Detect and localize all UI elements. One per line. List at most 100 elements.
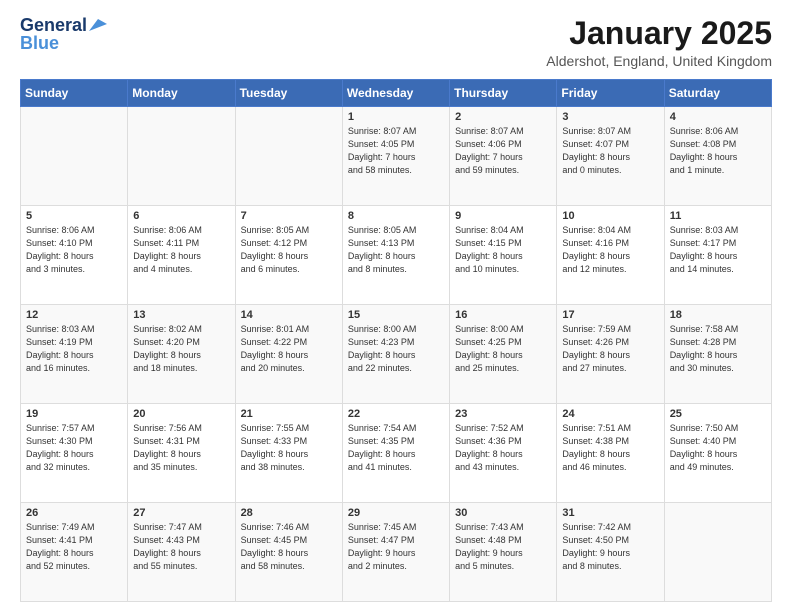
calendar-cell: 10Sunrise: 8:04 AM Sunset: 4:16 PM Dayli… [557,206,664,305]
calendar-cell: 3 Sunrise: 8:07 AM Sunset: 4:07 PM Daylig… [557,107,664,206]
day-number: 20 [133,408,229,420]
day-info: Sunrise: 7:55 AM Sunset: 4:33 PM Dayligh… [241,422,337,474]
day-number: 23 [455,408,551,420]
day-info: Sunrise: 8:04 AM Sunset: 4:15 PM Dayligh… [455,224,551,276]
location: Aldershot, England, United Kingdom [546,53,772,69]
month-title: January 2025 [546,16,772,51]
calendar-cell: 24Sunrise: 7:51 AM Sunset: 4:38 PM Dayli… [557,404,664,503]
day-info: Sunrise: 7:59 AM Sunset: 4:26 PM Dayligh… [562,323,658,375]
calendar-cell: 17 Sunrise: 7:59 AM Sunset: 4:26 PM Dayli… [557,305,664,404]
day-number: 3 [562,111,658,123]
day-info: Sunrise: 7:43 AM Sunset: 4:48 PM Dayligh… [455,521,551,573]
calendar-cell: 16 Sunrise: 8:00 AM Sunset: 4:25 PM Dayli… [450,305,557,404]
day-info: Sunrise: 7:58 AM Sunset: 4:28 PM Dayligh… [670,323,766,375]
day-header-saturday: Saturday [664,80,771,107]
day-header-wednesday: Wednesday [342,80,449,107]
calendar-cell: 9 Sunrise: 8:04 AM Sunset: 4:15 PM Daylig… [450,206,557,305]
calendar-week-1: 1Sunrise: 8:07 AM Sunset: 4:05 PM Daylig… [21,107,772,206]
logo-icon [89,19,107,31]
day-info: Sunrise: 8:06 AM Sunset: 4:08 PM Dayligh… [670,125,766,177]
day-info: Sunrise: 7:50 AM Sunset: 4:40 PM Dayligh… [670,422,766,474]
day-info: Sunrise: 8:05 AM Sunset: 4:12 PM Dayligh… [241,224,337,276]
day-number: 7 [241,210,337,222]
calendar-cell: 11Sunrise: 8:03 AM Sunset: 4:17 PM Dayli… [664,206,771,305]
day-number: 5 [26,210,122,222]
calendar-cell: 18 Sunrise: 7:58 AM Sunset: 4:28 PM Dayli… [664,305,771,404]
calendar-week-4: 19Sunrise: 7:57 AM Sunset: 4:30 PM Dayli… [21,404,772,503]
calendar-cell: 8 Sunrise: 8:05 AM Sunset: 4:13 PM Daylig… [342,206,449,305]
calendar-cell: 15 Sunrise: 8:00 AM Sunset: 4:23 PM Dayli… [342,305,449,404]
day-header-thursday: Thursday [450,80,557,107]
day-number: 31 [562,507,658,519]
day-header-monday: Monday [128,80,235,107]
logo-general: General [20,16,87,34]
day-info: Sunrise: 8:02 AM Sunset: 4:20 PM Dayligh… [133,323,229,375]
title-area: January 2025 Aldershot, England, United … [546,16,772,69]
day-info: Sunrise: 7:46 AM Sunset: 4:45 PM Dayligh… [241,521,337,573]
day-info: Sunrise: 8:05 AM Sunset: 4:13 PM Dayligh… [348,224,444,276]
calendar-table: SundayMondayTuesdayWednesdayThursdayFrid… [20,79,772,602]
day-number: 28 [241,507,337,519]
day-info: Sunrise: 8:07 AM Sunset: 4:05 PM Dayligh… [348,125,444,177]
day-info: Sunrise: 8:00 AM Sunset: 4:23 PM Dayligh… [348,323,444,375]
calendar-cell [128,107,235,206]
calendar-cell: 23Sunrise: 7:52 AM Sunset: 4:36 PM Dayli… [450,404,557,503]
day-info: Sunrise: 7:45 AM Sunset: 4:47 PM Dayligh… [348,521,444,573]
day-number: 18 [670,309,766,321]
day-number: 26 [26,507,122,519]
day-info: Sunrise: 8:00 AM Sunset: 4:25 PM Dayligh… [455,323,551,375]
calendar-cell [664,503,771,602]
day-number: 12 [26,309,122,321]
day-number: 21 [241,408,337,420]
calendar-cell: 22Sunrise: 7:54 AM Sunset: 4:35 PM Dayli… [342,404,449,503]
calendar-cell: 4 Sunrise: 8:06 AM Sunset: 4:08 PM Daylig… [664,107,771,206]
day-info: Sunrise: 8:07 AM Sunset: 4:07 PM Dayligh… [562,125,658,177]
day-info: Sunrise: 7:54 AM Sunset: 4:35 PM Dayligh… [348,422,444,474]
day-number: 29 [348,507,444,519]
calendar-cell: 6Sunrise: 8:06 AM Sunset: 4:11 PM Daylig… [128,206,235,305]
day-header-friday: Friday [557,80,664,107]
day-number: 15 [348,309,444,321]
day-info: Sunrise: 7:47 AM Sunset: 4:43 PM Dayligh… [133,521,229,573]
day-number: 6 [133,210,229,222]
day-info: Sunrise: 7:51 AM Sunset: 4:38 PM Dayligh… [562,422,658,474]
day-number: 13 [133,309,229,321]
day-number: 4 [670,111,766,123]
day-header-tuesday: Tuesday [235,80,342,107]
calendar-cell: 28 Sunrise: 7:46 AM Sunset: 4:45 PM Dayli… [235,503,342,602]
page: General Blue January 2025 Aldershot, Eng… [0,0,792,612]
day-number: 9 [455,210,551,222]
calendar-cell: 13 Sunrise: 8:02 AM Sunset: 4:20 PM Dayli… [128,305,235,404]
day-number: 30 [455,507,551,519]
day-info: Sunrise: 7:56 AM Sunset: 4:31 PM Dayligh… [133,422,229,474]
calendar-cell: 12Sunrise: 8:03 AM Sunset: 4:19 PM Dayli… [21,305,128,404]
day-number: 2 [455,111,551,123]
calendar-cell: 27 Sunrise: 7:47 AM Sunset: 4:43 PM Dayli… [128,503,235,602]
calendar-cell: 5 Sunrise: 8:06 AM Sunset: 4:10 PM Daylig… [21,206,128,305]
calendar-cell: 25Sunrise: 7:50 AM Sunset: 4:40 PM Dayli… [664,404,771,503]
day-info: Sunrise: 8:06 AM Sunset: 4:10 PM Dayligh… [26,224,122,276]
day-info: Sunrise: 7:42 AM Sunset: 4:50 PM Dayligh… [562,521,658,573]
day-info: Sunrise: 8:01 AM Sunset: 4:22 PM Dayligh… [241,323,337,375]
header: General Blue January 2025 Aldershot, Eng… [20,16,772,69]
day-info: Sunrise: 7:57 AM Sunset: 4:30 PM Dayligh… [26,422,122,474]
calendar-week-2: 5 Sunrise: 8:06 AM Sunset: 4:10 PM Daylig… [21,206,772,305]
day-number: 16 [455,309,551,321]
calendar-cell: 31 Sunrise: 7:42 AM Sunset: 4:50 PM Dayli… [557,503,664,602]
calendar-cell: 14 Sunrise: 8:01 AM Sunset: 4:22 PM Dayli… [235,305,342,404]
calendar-cell: 19Sunrise: 7:57 AM Sunset: 4:30 PM Dayli… [21,404,128,503]
day-info: Sunrise: 8:07 AM Sunset: 4:06 PM Dayligh… [455,125,551,177]
day-number: 17 [562,309,658,321]
day-number: 27 [133,507,229,519]
day-info: Sunrise: 8:04 AM Sunset: 4:16 PM Dayligh… [562,224,658,276]
calendar-cell [235,107,342,206]
calendar-cell: 20 Sunrise: 7:56 AM Sunset: 4:31 PM Dayli… [128,404,235,503]
calendar-cell: 7 Sunrise: 8:05 AM Sunset: 4:12 PM Daylig… [235,206,342,305]
calendar-header-row: SundayMondayTuesdayWednesdayThursdayFrid… [21,80,772,107]
day-number: 8 [348,210,444,222]
calendar-cell [21,107,128,206]
day-info: Sunrise: 8:03 AM Sunset: 4:17 PM Dayligh… [670,224,766,276]
day-number: 14 [241,309,337,321]
calendar-week-5: 26Sunrise: 7:49 AM Sunset: 4:41 PM Dayli… [21,503,772,602]
calendar-cell: 29 Sunrise: 7:45 AM Sunset: 4:47 PM Dayli… [342,503,449,602]
